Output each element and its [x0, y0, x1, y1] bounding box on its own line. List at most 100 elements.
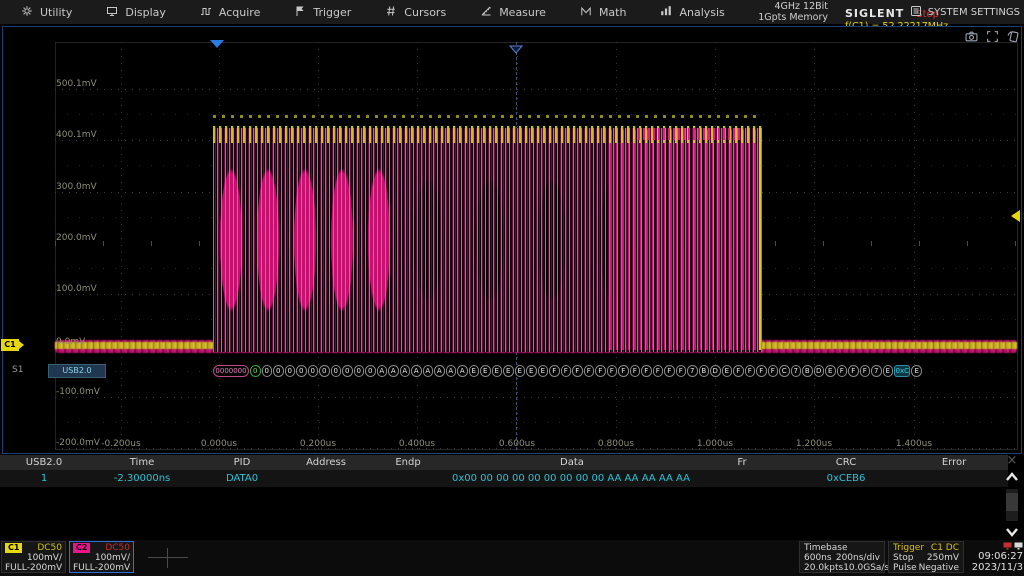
decode-table-row[interactable]: 1-2.30000nsDATA00x00 00 00 00 00 00 00 0… — [0, 470, 1008, 487]
channel-descriptor-c2[interactable]: C2DC50100mV/FULL-200mV — [69, 541, 134, 573]
table-scrollbar-thumb[interactable] — [1006, 493, 1018, 511]
timebase-title: Timebase — [804, 543, 847, 553]
trigger-descriptor[interactable]: TriggerC1 DC Stop250mV PulseNegative — [888, 541, 964, 573]
fit-screen-icon[interactable] — [985, 29, 999, 43]
decode-token-data: E — [469, 365, 480, 377]
decode-token-eop: E — [911, 365, 922, 377]
table-cell — [692, 470, 792, 487]
table-col-header: Endp — [364, 455, 452, 470]
trigger-level-marker[interactable] — [1011, 210, 1020, 222]
timebase-delay: 600ns — [804, 553, 832, 563]
decode-token-data: F — [745, 365, 756, 377]
system-settings-button[interactable]: SYSTEM SETTINGS — [910, 0, 1020, 24]
menu-item-label: Cursors — [404, 6, 446, 19]
timebase-depth: 20.0kpts — [804, 563, 843, 573]
table-scroll-down-button[interactable] — [1003, 523, 1021, 541]
table-cell — [900, 470, 1008, 487]
channel-coupling: DC50 — [37, 543, 62, 553]
decode-token-data: E — [538, 365, 549, 377]
time-label: 1.000us — [684, 439, 746, 449]
trigger-slope: Negative — [919, 563, 959, 573]
decode-token-data: E — [526, 365, 537, 377]
table-cell: DATA0 — [196, 470, 288, 487]
voltage-label: 300.0mV — [56, 182, 116, 192]
decode-token-data: D — [814, 365, 825, 377]
timebase-descriptor[interactable]: Timebase 600ns200ns/div 20.0kpts10.0GSa/… — [799, 541, 885, 573]
menu-item-math[interactable]: Math — [563, 0, 644, 24]
voltage-label: 500.1mV — [56, 79, 116, 89]
spec-bandwidth: 4GHz 12Bit — [758, 1, 828, 12]
menu-item-trigger[interactable]: Trigger — [277, 0, 368, 24]
decode-token-data: 0 — [296, 365, 307, 377]
burst-end-edge — [759, 128, 761, 350]
table-col-header: Time — [88, 455, 196, 470]
decode-token-data: F — [664, 365, 675, 377]
decode-token-data: A — [434, 365, 445, 377]
decode-source-label: S1 — [12, 365, 23, 375]
h-gridline-minor — [55, 422, 1018, 423]
decode-token-data: E — [492, 365, 503, 377]
channel-descriptor-c1[interactable]: C1DC50100mV/FULL-200mV — [1, 541, 66, 573]
time-label: 0.000us — [188, 439, 250, 449]
decode-token-data: F — [733, 365, 744, 377]
table-scroll-up-button[interactable] — [1003, 468, 1021, 486]
channel-bandwidth: FULL — [73, 563, 95, 573]
time-label: 1.200us — [783, 439, 845, 449]
brand-logo: SIGLENT — [845, 7, 904, 20]
menu-item-utility[interactable]: Utility — [4, 0, 89, 24]
table-cell — [288, 470, 364, 487]
c1-zero-marker[interactable]: C1 — [1, 339, 19, 351]
table-close-icon[interactable]: × — [1004, 454, 1020, 468]
lan-display-icon — [1014, 542, 1023, 550]
voltage-label: 200.0mV — [56, 233, 116, 243]
add-channel-button[interactable] — [148, 548, 188, 568]
table-cell — [364, 470, 452, 487]
clock-date: 2023/11/3 — [966, 562, 1023, 573]
menu-item-display[interactable]: Display — [89, 0, 183, 24]
menu-item-measure[interactable]: Measure — [463, 0, 563, 24]
table-cell: 0xCEB6 — [792, 470, 900, 487]
decode-token-data: F — [653, 365, 664, 377]
decode-token-row: 000000000000000000AAAAAAAAEEEEEEEFFFFFFF… — [213, 364, 922, 377]
rotate-display-icon[interactable] — [1006, 29, 1020, 43]
decode-token-data: F — [768, 365, 779, 377]
oscilloscope-screen: Utility Display Acquire Trigger Cursors Measu… — [0, 0, 1024, 576]
menu-item-label: Utility — [40, 6, 72, 19]
screenshot-camera-icon[interactable] — [964, 29, 978, 43]
decode-token-data: F — [641, 365, 652, 377]
decode-token-data: F — [607, 365, 618, 377]
decode-token-data: F — [756, 365, 767, 377]
decode-token-data: 0 — [285, 365, 296, 377]
voltage-label: -100.0mV — [56, 387, 116, 397]
menu-item-label: Acquire — [219, 6, 260, 19]
clock-time: 09:06:27 — [966, 551, 1023, 562]
decode-token-pid: 0 — [250, 365, 261, 377]
voltage-label: 400.1mV — [56, 130, 116, 140]
menu-item-analysis[interactable]: Analysis — [643, 0, 741, 24]
v-gridline — [814, 42, 815, 450]
table-scrollbar[interactable] — [1006, 489, 1018, 521]
trigger-delay-marker[interactable] — [509, 39, 523, 58]
trigger-mode: Stop — [893, 553, 913, 563]
math-icon — [580, 5, 592, 20]
zero-volt-label: 0.0mV — [56, 337, 85, 347]
menu-item-label: Trigger — [313, 6, 351, 19]
decode-token-data: 0 — [365, 365, 376, 377]
decode-token-data: E — [825, 365, 836, 377]
time-label: -0.200us — [90, 439, 152, 449]
table-cell: 0x00 00 00 00 00 00 00 00 00 AA AA AA AA… — [452, 470, 692, 487]
menu-item-cursors[interactable]: Cursors — [368, 0, 463, 24]
decode-bus-badge[interactable]: USB2.0 — [48, 364, 106, 378]
graticule-toolbar — [964, 29, 1020, 43]
trigger-type: Pulse — [893, 563, 917, 573]
channel-offset: -200mV — [27, 563, 62, 573]
table-col-header: Fr — [692, 455, 792, 470]
trigger-position-marker[interactable] — [210, 40, 224, 48]
decode-table-header: USB2.0TimePIDAddressEndpDataFrCRCError — [0, 455, 1008, 470]
h-gridline — [55, 89, 1018, 90]
display-icon — [106, 5, 118, 20]
decode-token-data: F — [618, 365, 629, 377]
menu-item-acquire[interactable]: Acquire — [183, 0, 277, 24]
clock-block: 09:06:27 2023/11/3 — [966, 541, 1023, 575]
channel-scale: 100mV/ — [27, 553, 62, 563]
